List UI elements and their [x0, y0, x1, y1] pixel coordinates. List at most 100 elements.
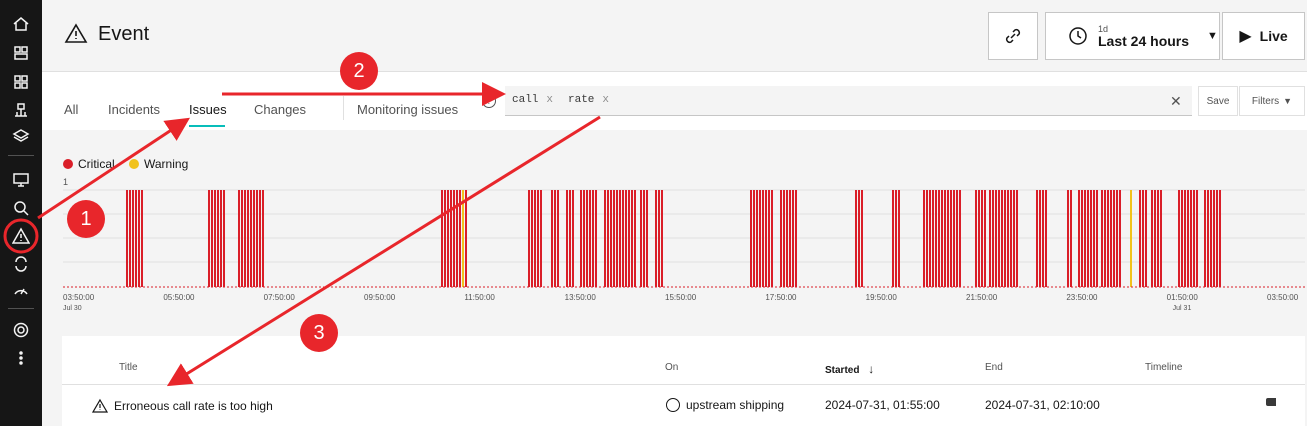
col-started[interactable]: Started ↓ — [825, 362, 874, 376]
critical-bar[interactable] — [655, 190, 657, 287]
critical-bar[interactable] — [631, 190, 633, 287]
critical-bar[interactable] — [1067, 190, 1069, 287]
critical-bar[interactable] — [540, 190, 542, 287]
row-title[interactable]: Erroneous call rate is too high — [92, 398, 273, 414]
critical-bar[interactable] — [580, 190, 582, 287]
critical-bar[interactable] — [450, 190, 452, 287]
critical-bar[interactable] — [959, 190, 961, 287]
critical-bar[interactable] — [1016, 190, 1018, 287]
col-on[interactable]: On — [665, 362, 678, 373]
critical-bar[interactable] — [929, 190, 931, 287]
critical-bar[interactable] — [1007, 190, 1009, 287]
critical-bar[interactable] — [250, 190, 252, 287]
critical-bar[interactable] — [1113, 190, 1115, 287]
critical-bar[interactable] — [465, 190, 467, 287]
critical-bar[interactable] — [1190, 190, 1192, 287]
critical-bar[interactable] — [989, 190, 991, 287]
critical-bar[interactable] — [1184, 190, 1186, 287]
critical-bar[interactable] — [217, 190, 219, 287]
critical-bar[interactable] — [998, 190, 1000, 287]
critical-bar[interactable] — [1210, 190, 1212, 287]
critical-bar[interactable] — [1045, 190, 1047, 287]
critical-bar[interactable] — [1151, 190, 1153, 287]
critical-bar[interactable] — [129, 190, 131, 287]
critical-bar[interactable] — [456, 190, 458, 287]
critical-bar[interactable] — [789, 190, 791, 287]
critical-bar[interactable] — [622, 190, 624, 287]
critical-bar[interactable] — [534, 190, 536, 287]
critical-bar[interactable] — [935, 190, 937, 287]
critical-bar[interactable] — [1090, 190, 1092, 287]
critical-bar[interactable] — [531, 190, 533, 287]
critical-bar[interactable] — [658, 190, 660, 287]
critical-bar[interactable] — [1196, 190, 1198, 287]
critical-bar[interactable] — [1116, 190, 1118, 287]
critical-bar[interactable] — [262, 190, 264, 287]
critical-bar[interactable] — [795, 190, 797, 287]
critical-bar[interactable] — [607, 190, 609, 287]
critical-bar[interactable] — [783, 190, 785, 287]
critical-bar[interactable] — [944, 190, 946, 287]
critical-bar[interactable] — [1219, 190, 1221, 287]
critical-bar[interactable] — [992, 190, 994, 287]
critical-bar[interactable] — [138, 190, 140, 287]
critical-bar[interactable] — [1110, 190, 1112, 287]
critical-bar[interactable] — [208, 190, 210, 287]
critical-bar[interactable] — [759, 190, 761, 287]
critical-bar[interactable] — [1154, 190, 1156, 287]
critical-bar[interactable] — [211, 190, 213, 287]
critical-bar[interactable] — [1145, 190, 1147, 287]
critical-bar[interactable] — [551, 190, 553, 287]
critical-bar[interactable] — [554, 190, 556, 287]
critical-bar[interactable] — [938, 190, 940, 287]
critical-bar[interactable] — [978, 190, 980, 287]
critical-bar[interactable] — [214, 190, 216, 287]
critical-bar[interactable] — [858, 190, 860, 287]
critical-bar[interactable] — [947, 190, 949, 287]
critical-bar[interactable] — [1001, 190, 1003, 287]
critical-bar[interactable] — [941, 190, 943, 287]
critical-bar[interactable] — [861, 190, 863, 287]
critical-bar[interactable] — [259, 190, 261, 287]
critical-bar[interactable] — [756, 190, 758, 287]
critical-bar[interactable] — [643, 190, 645, 287]
critical-bar[interactable] — [750, 190, 752, 287]
critical-bar[interactable] — [557, 190, 559, 287]
critical-bar[interactable] — [616, 190, 618, 287]
critical-bar[interactable] — [975, 190, 977, 287]
critical-bar[interactable] — [625, 190, 627, 287]
critical-bar[interactable] — [780, 190, 782, 287]
critical-bar[interactable] — [223, 190, 225, 287]
critical-bar[interactable] — [898, 190, 900, 287]
critical-bar[interactable] — [1042, 190, 1044, 287]
critical-bar[interactable] — [444, 190, 446, 287]
critical-bar[interactable] — [1107, 190, 1109, 287]
critical-bar[interactable] — [950, 190, 952, 287]
critical-bar[interactable] — [1216, 190, 1218, 287]
critical-bar[interactable] — [762, 190, 764, 287]
critical-bar[interactable] — [528, 190, 530, 287]
critical-bar[interactable] — [1101, 190, 1103, 287]
critical-bar[interactable] — [238, 190, 240, 287]
critical-bar[interactable] — [220, 190, 222, 287]
critical-bar[interactable] — [141, 190, 143, 287]
critical-bar[interactable] — [569, 190, 571, 287]
critical-bar[interactable] — [1157, 190, 1159, 287]
col-timeline[interactable]: Timeline — [1145, 362, 1182, 373]
critical-bar[interactable] — [537, 190, 539, 287]
critical-bar[interactable] — [646, 190, 648, 287]
critical-bar[interactable] — [628, 190, 630, 287]
critical-bar[interactable] — [792, 190, 794, 287]
critical-bar[interactable] — [244, 190, 246, 287]
critical-bar[interactable] — [253, 190, 255, 287]
critical-bar[interactable] — [995, 190, 997, 287]
critical-bar[interactable] — [1096, 190, 1098, 287]
critical-bar[interactable] — [1181, 190, 1183, 287]
critical-bar[interactable] — [1081, 190, 1083, 287]
critical-bar[interactable] — [583, 190, 585, 287]
critical-bar[interactable] — [1013, 190, 1015, 287]
critical-bar[interactable] — [586, 190, 588, 287]
critical-bar[interactable] — [855, 190, 857, 287]
critical-bar[interactable] — [1084, 190, 1086, 287]
critical-bar[interactable] — [895, 190, 897, 287]
